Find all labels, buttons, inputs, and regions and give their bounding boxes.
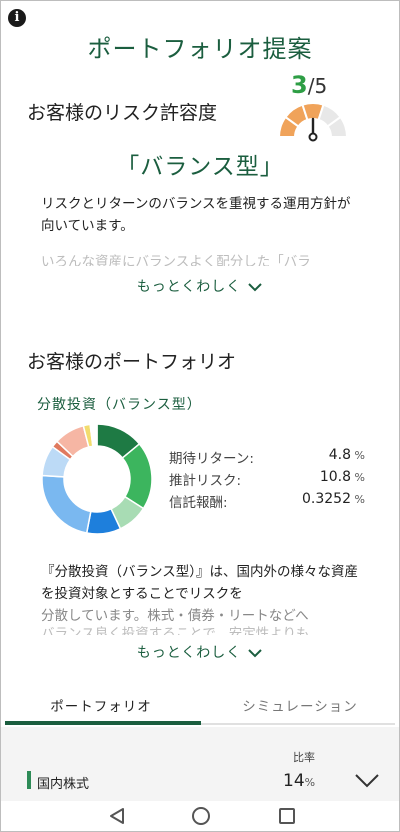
chevron-down-icon — [248, 649, 263, 658]
portfolio-more-link[interactable]: もっとくわしく — [1, 642, 399, 662]
stat-label: 期待リターン: — [169, 451, 254, 467]
home-circle-icon[interactable] — [189, 805, 213, 827]
stat-value: 4.8 — [328, 447, 351, 463]
app-screen: i ポートフォリオ提案 お客様のリスク許容度 3/5 「バランス型」 リスクとリ… — [0, 0, 400, 832]
back-triangle-icon[interactable] — [105, 805, 129, 827]
stat-label: 推計リスク: — [169, 473, 242, 489]
risk-more-link[interactable]: もっとくわしく — [1, 276, 399, 296]
allocation-donut — [41, 423, 153, 535]
asset-ratio: 14% — [283, 771, 315, 791]
stat-unit: % — [354, 471, 365, 484]
active-tab-indicator — [5, 721, 201, 725]
asset-ratio-value: 14 — [283, 771, 305, 791]
allocation-panel: 比率 国内株式 14% — [1, 727, 399, 801]
asset-color-marker — [27, 771, 31, 789]
risk-description: リスクとリターンのバランスを重視する運用方針が向いています。 — [41, 196, 351, 234]
portfolio-more-label: もっとくわしく — [136, 645, 242, 661]
risk-type-label: 「バランス型」 — [116, 154, 284, 180]
system-nav-bar — [1, 801, 399, 831]
stat-unit: % — [354, 449, 365, 462]
portfolio-description-faded: バランス良く投資することで、安定性よりも — [41, 626, 310, 635]
stat-trust-fee: 信託報酬: 0.3252 % — [169, 491, 365, 513]
tab-divider — [201, 723, 395, 725]
chevron-down-icon — [248, 283, 263, 292]
stat-value: 0.3252 — [302, 491, 351, 507]
asset-ratio-unit: % — [304, 776, 316, 789]
donut-segment-5 — [41, 474, 92, 534]
portfolio-tabs: ポートフォリオ シミュレーション — [1, 691, 399, 727]
fund-name[interactable]: 分散投資（バランス型） — [37, 394, 202, 414]
ratio-column-header: 比率 — [293, 751, 315, 764]
risk-more-label: もっとくわしく — [136, 279, 242, 295]
page-title: ポートフォリオ提案 — [87, 35, 313, 63]
portfolio-heading: お客様のポートフォリオ — [27, 351, 237, 373]
risk-score-max: /5 — [307, 74, 328, 98]
info-icon[interactable]: i — [8, 9, 26, 27]
risk-tolerance-heading: お客様のリスク許容度 — [27, 102, 218, 124]
recents-square-icon[interactable] — [275, 805, 299, 827]
stat-unit: % — [354, 493, 365, 506]
stat-value: 10.8 — [319, 469, 351, 485]
tab-simulation[interactable]: シミュレーション — [201, 691, 399, 727]
stat-label: 信託報酬: — [169, 495, 228, 511]
risk-description-faded: いろんな資産にバランスよく配分した「バラ — [41, 254, 311, 266]
risk-score: 3/5 — [291, 71, 327, 99]
fund-stats: 期待リターン: 4.8 % 推計リスク: 10.8 % 信託報酬: 0.3252… — [169, 447, 365, 513]
stat-estimated-risk: 推計リスク: 10.8 % — [169, 469, 365, 491]
asset-name: 国内株式 — [37, 777, 90, 792]
stat-expected-return: 期待リターン: 4.8 % — [169, 447, 365, 469]
risk-score-level: 3 — [291, 71, 308, 99]
chevron-down-icon[interactable] — [353, 769, 381, 791]
portfolio-description: 『分散投資（バランス型）』は、国内外の様々な資産を投資対象とすることでリスクを — [41, 564, 358, 602]
